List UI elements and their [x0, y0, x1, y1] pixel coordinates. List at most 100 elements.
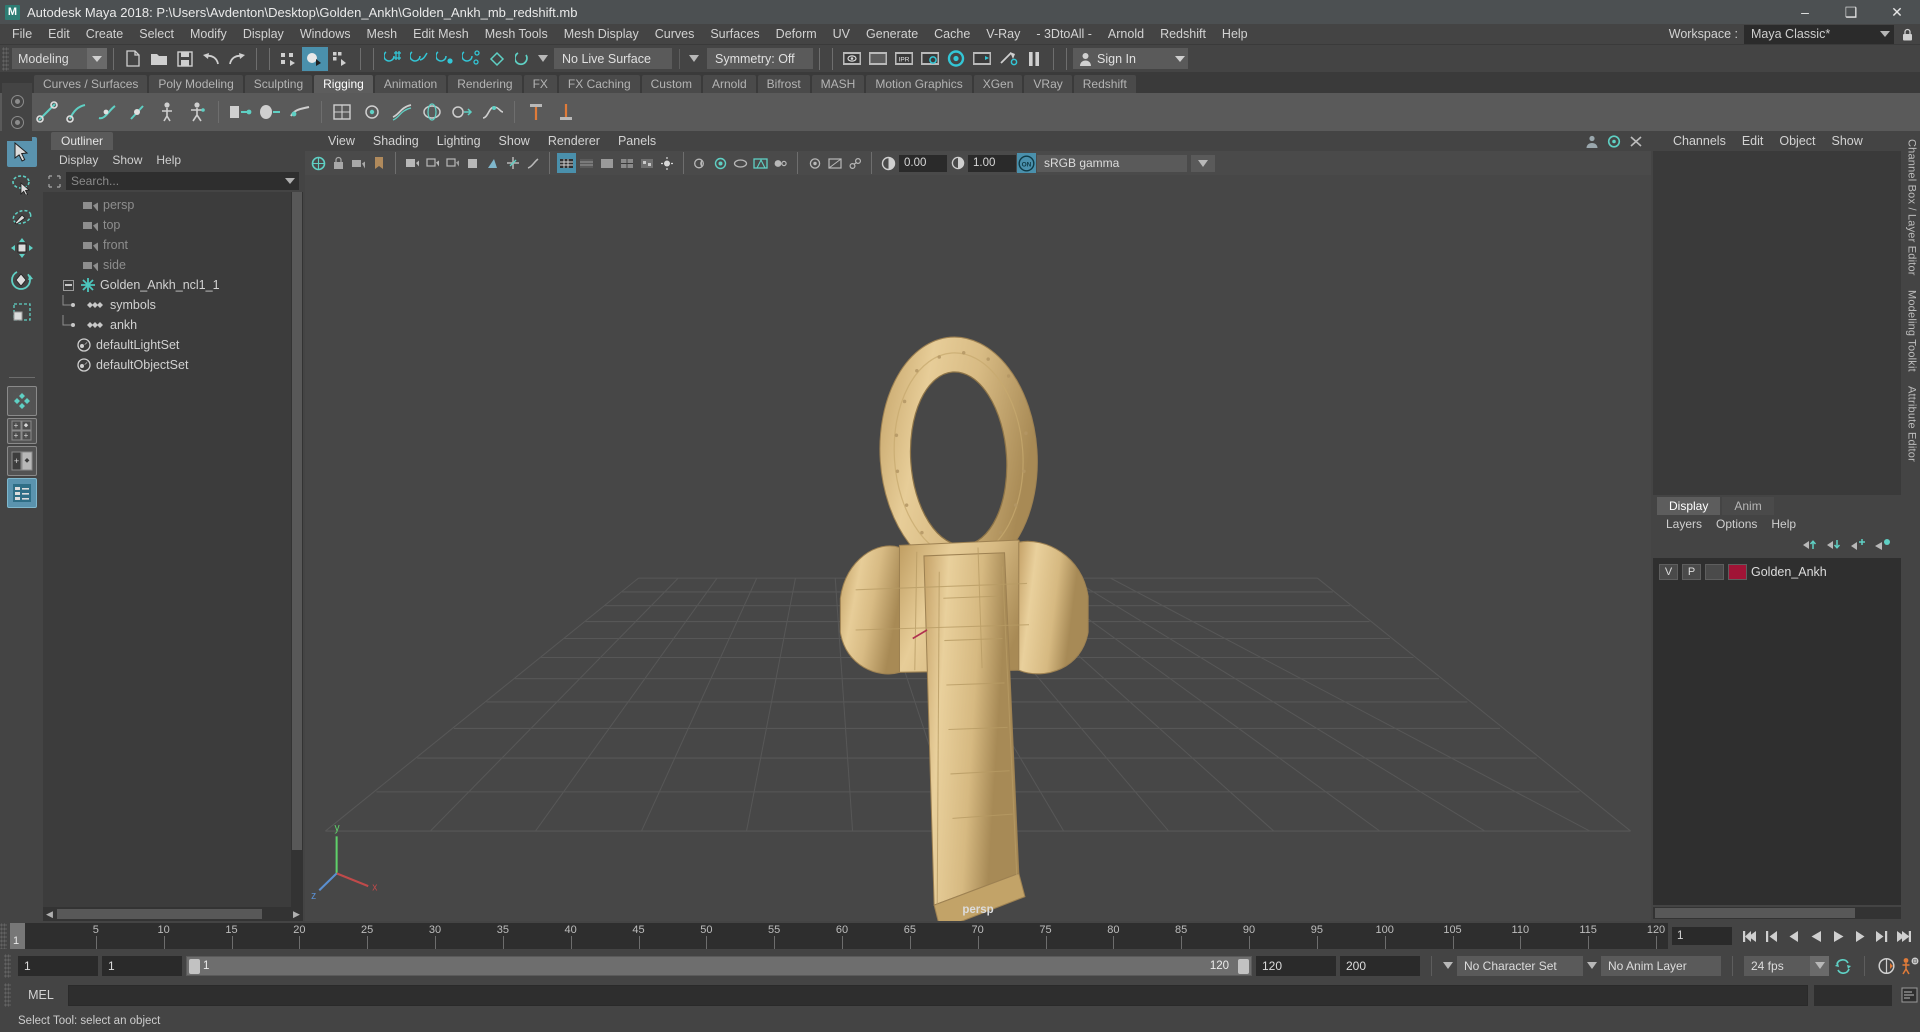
ipr-render-icon[interactable]: IPR	[891, 47, 917, 71]
move-layer-up-icon[interactable]	[1802, 538, 1819, 551]
menu-mesh[interactable]: Mesh	[359, 24, 406, 45]
outliner-menu-show[interactable]: Show	[106, 153, 148, 167]
outliner-item-front[interactable]: front	[43, 235, 303, 255]
3d-viewport[interactable]: y x z persp	[305, 175, 1651, 921]
shelf-tab-bifrost[interactable]: Bifrost	[757, 75, 810, 93]
minimize-button[interactable]: –	[1782, 0, 1828, 24]
playback-speed-selector[interactable]: 24 fps	[1744, 955, 1829, 976]
lock-icon[interactable]	[1900, 26, 1914, 42]
shadows-icon[interactable]	[691, 153, 710, 173]
smooth-shade-selected-icon[interactable]	[597, 153, 616, 173]
save-scene-icon[interactable]	[172, 47, 198, 71]
layer-visibility-toggle[interactable]: V	[1659, 563, 1678, 580]
shelf-tab-animation[interactable]: Animation	[374, 75, 447, 93]
quick-rig-icon[interactable]	[152, 96, 182, 128]
scale-tool-button[interactable]	[7, 297, 37, 327]
menu-windows[interactable]: Windows	[292, 24, 359, 45]
soft-modification-icon[interactable]	[478, 96, 508, 128]
two-d-pan-zoom-icon[interactable]	[503, 153, 522, 173]
undo-icon[interactable]	[198, 47, 224, 71]
anim-layer-selector[interactable]: No Anim Layer	[1601, 955, 1721, 976]
snap-view-plane-icon[interactable]	[484, 47, 510, 71]
persp-outliner-layout-button[interactable]	[6, 478, 37, 508]
outliner-menu-help[interactable]: Help	[150, 153, 187, 167]
play-forwards-icon[interactable]	[1828, 926, 1848, 946]
step-back-frame-icon[interactable]	[1784, 926, 1804, 946]
viewport-menu-panels[interactable]: Panels	[609, 134, 665, 148]
animation-end-field[interactable]: 200	[1340, 955, 1420, 976]
exposure-icon[interactable]	[879, 153, 898, 173]
shelf-tab-arnold[interactable]: Arnold	[702, 75, 756, 93]
shelf-tab-sculpting[interactable]: Sculpting	[244, 75, 313, 93]
menu-create[interactable]: Create	[78, 24, 132, 45]
loop-icon[interactable]	[1833, 956, 1853, 976]
wrap-icon[interactable]	[418, 96, 448, 128]
paint-select-tool-button[interactable]	[7, 201, 37, 231]
command-line-grip[interactable]	[4, 983, 11, 1007]
menu-uv[interactable]: UV	[825, 24, 858, 45]
step-forward-frame-icon[interactable]	[1850, 926, 1870, 946]
shelf-menu-icon[interactable]	[10, 116, 24, 129]
xray-joints-icon[interactable]	[845, 153, 864, 173]
ik-spline-icon[interactable]	[92, 96, 122, 128]
snap-projected-icon[interactable]	[458, 47, 484, 71]
wire-icon[interactable]	[388, 96, 418, 128]
pause-icon[interactable]	[1021, 47, 1047, 71]
new-scene-icon[interactable]	[120, 47, 146, 71]
menu-surfaces[interactable]: Surfaces	[702, 24, 767, 45]
play-backwards-icon[interactable]	[1806, 926, 1826, 946]
menu-modify[interactable]: Modify	[182, 24, 235, 45]
range-start-handle[interactable]	[189, 958, 200, 974]
menu-generate[interactable]: Generate	[858, 24, 926, 45]
search-input[interactable]: Search...	[66, 172, 299, 190]
redo-icon[interactable]	[224, 47, 250, 71]
menu-edit-mesh[interactable]: Edit Mesh	[405, 24, 477, 45]
time-slider[interactable]: 1 5 10 15 20 25 30 35 40 45 50 55 60 65 70 75 80 85 90 95 1…	[10, 923, 1668, 949]
wireframe-on-shaded-icon[interactable]	[617, 153, 636, 173]
character-set-chevron-icon[interactable]	[1443, 962, 1453, 969]
go-to-end-icon[interactable]	[1894, 926, 1914, 946]
smooth-bind-icon[interactable]	[285, 96, 315, 128]
step-forward-key-icon[interactable]	[1872, 926, 1892, 946]
xray-display-icon[interactable]	[825, 153, 844, 173]
menu-select[interactable]: Select	[131, 24, 182, 45]
blend-shape-icon[interactable]	[448, 96, 478, 128]
image-plane-icon[interactable]	[403, 153, 422, 173]
statusline-grip[interactable]	[2, 46, 9, 71]
interactive-bind-icon[interactable]	[255, 96, 285, 128]
menu-arnold[interactable]: Arnold	[1100, 24, 1152, 45]
vtab-attribute-editor[interactable]: Attribute Editor	[1906, 386, 1918, 462]
outliner-item-persp[interactable]: persp	[43, 195, 303, 215]
anim-layer-chevron-icon[interactable]	[1587, 962, 1597, 969]
outliner-item-top[interactable]: top	[43, 215, 303, 235]
viewport-menu-view[interactable]: View	[319, 134, 364, 148]
menu-vray[interactable]: V-Ray	[978, 24, 1028, 45]
channel-box-body[interactable]	[1653, 151, 1901, 495]
film-gate-icon[interactable]	[443, 153, 462, 173]
character-set-selector[interactable]: No Character Set	[1457, 955, 1583, 976]
color-management-selector[interactable]: sRGB gamma	[1037, 154, 1187, 172]
viewport-menu-lighting[interactable]: Lighting	[428, 134, 490, 148]
shelf-tab-rigging[interactable]: Rigging	[314, 75, 373, 93]
outliner-vertical-scrollbar[interactable]	[291, 192, 303, 907]
insert-joint-icon[interactable]	[122, 96, 152, 128]
shelf-tab-motion-graphics[interactable]: Motion Graphics	[866, 75, 972, 93]
constraint-parent-icon[interactable]	[521, 96, 551, 128]
outliner-item-ankh[interactable]: ankh	[43, 315, 303, 335]
display-layer-row[interactable]: V P Golden_Ankh	[1653, 562, 1901, 582]
open-scene-icon[interactable]	[146, 47, 172, 71]
outliner-item-default-light-set[interactable]: defaultLightSet	[43, 335, 303, 355]
shelf-editor-icon[interactable]	[10, 95, 24, 108]
shelf-tab-redshift[interactable]: Redshift	[1073, 75, 1136, 93]
select-tool-button[interactable]	[6, 137, 37, 167]
scrollbar-thumb[interactable]	[292, 192, 302, 850]
menu-edit[interactable]: Edit	[40, 24, 78, 45]
shelf-tab-vray[interactable]: VRay	[1024, 75, 1072, 93]
current-time-indicator[interactable]: 1	[10, 923, 25, 949]
range-grip[interactable]	[4, 953, 11, 978]
vtab-channel-box-layer-editor[interactable]: Channel Box / Layer Editor	[1906, 139, 1918, 276]
shelf-tab-rendering[interactable]: Rendering	[448, 75, 522, 93]
menu-3dtoall[interactable]: - 3DtoAll -	[1028, 24, 1100, 45]
vtab-modeling-toolkit[interactable]: Modeling Toolkit	[1906, 290, 1918, 372]
menu-help[interactable]: Help	[1214, 24, 1256, 45]
